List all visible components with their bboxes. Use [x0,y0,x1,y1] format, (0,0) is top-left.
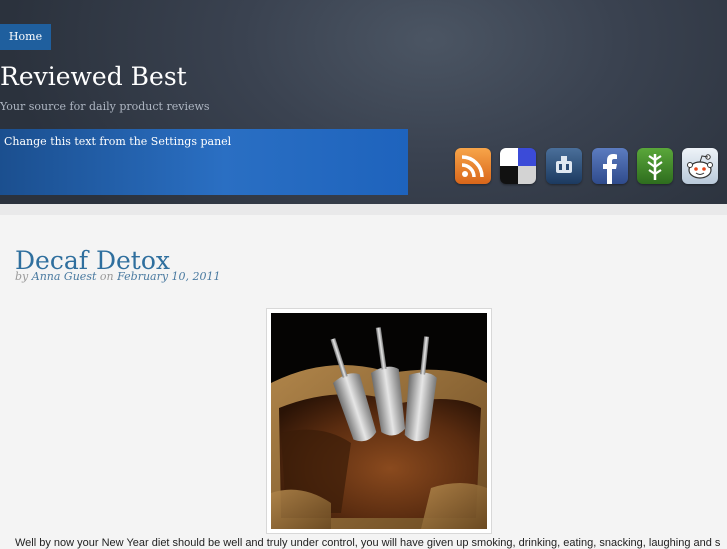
post-body-text: Well by now your New Year diet should be… [15,537,721,549]
site-header: Home Reviewed Best Your source for daily… [0,0,727,204]
reddit-icon[interactable] [682,148,718,184]
post-byline: by Anna Guest on February 10, 2011 [15,270,221,283]
header-banner: Change this text from the Settings panel [0,129,408,195]
evernote-icon[interactable] [637,148,673,184]
byline-by: by [15,270,29,283]
coffee-beans-image [271,313,487,529]
facebook-icon[interactable] [592,148,628,184]
banner-text: Change this text from the Settings panel [4,135,232,148]
post-author-link[interactable]: Anna Guest [32,270,97,283]
byline-on: on [99,270,114,283]
site-tagline: Your source for daily product reviews [0,100,210,113]
rss-icon[interactable] [455,148,491,184]
post-image-frame [266,308,492,534]
delicious-icon[interactable] [500,148,536,184]
nav-home-link[interactable]: Home [0,24,51,50]
digg-icon[interactable] [546,148,582,184]
post-date: February 10, 2011 [117,270,221,283]
header-divider [0,204,727,215]
site-title[interactable]: Reviewed Best [0,62,187,91]
